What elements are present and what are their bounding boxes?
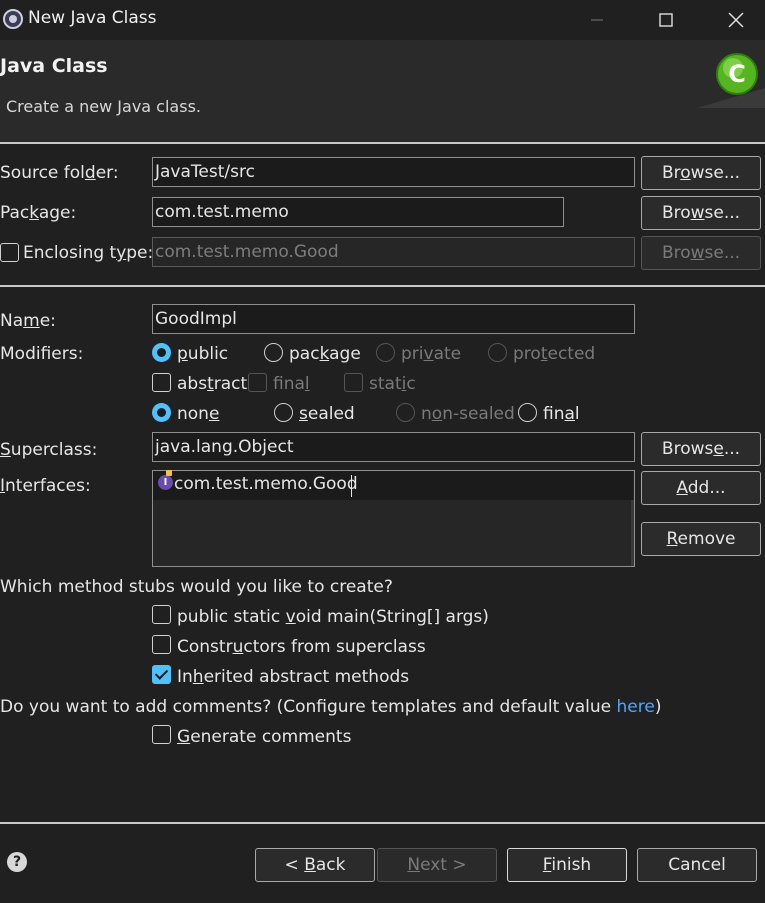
public-label: public — [177, 344, 229, 364]
modifiers-label: Modifiers: — [0, 344, 84, 364]
package-label: Package: — [0, 203, 77, 223]
source-folder-browse-button[interactable]: Browse... — [641, 156, 761, 190]
help-icon[interactable]: ? — [7, 852, 27, 872]
name-label: Name: — [0, 311, 56, 331]
form-separator — [0, 285, 765, 287]
wizard-description: Create a new Java class. — [6, 97, 201, 116]
sealed-radio[interactable] — [274, 403, 293, 422]
enclosing-type-browse-button: Browse... — [641, 236, 761, 270]
minimize-icon[interactable] — [563, 0, 631, 40]
none-label: none — [177, 404, 220, 424]
package-modifier-label: package — [289, 344, 361, 364]
constructors-checkbox[interactable] — [152, 635, 171, 654]
interface-icon: I — [158, 475, 173, 490]
protected-label: protected — [513, 344, 596, 364]
enclosing-type-input: com.test.memo.Good — [152, 237, 635, 267]
window-title: New Java Class — [28, 8, 157, 28]
source-folder-input[interactable]: JavaTest/src — [152, 157, 635, 187]
constructors-label: Constructors from superclass — [177, 637, 426, 657]
generate-comments-checkbox[interactable] — [152, 725, 171, 744]
wizard-title: Java Class — [0, 55, 108, 77]
final-sealing-label: final — [543, 404, 580, 424]
enclosing-type-label: Enclosing type: — [23, 243, 154, 263]
wizard-header — [0, 40, 765, 142]
interfaces-scrollbar[interactable] — [631, 500, 634, 566]
source-folder-label: Source folder: — [0, 163, 119, 183]
finish-button[interactable]: Finish — [507, 848, 627, 882]
package-radio[interactable] — [264, 343, 283, 362]
final-label: final — [273, 374, 310, 394]
sealed-label: sealed — [299, 404, 355, 424]
back-button[interactable]: < Back — [255, 848, 375, 882]
generate-comments-label: Generate comments — [177, 727, 352, 747]
non-sealed-radio — [396, 403, 415, 422]
cancel-button[interactable]: Cancel — [637, 848, 757, 882]
abstract-label: abstract — [177, 374, 248, 394]
enclosing-type-checkbox[interactable] — [0, 243, 19, 262]
non-sealed-label: non-sealed — [421, 404, 515, 424]
inherited-abstract-checkbox[interactable] — [152, 665, 171, 684]
main-method-label: public static void main(String[] args) — [177, 607, 489, 627]
java-class-wizard-icon: C — [697, 53, 765, 108]
eclipse-app-icon — [3, 9, 23, 29]
final-checkbox — [248, 373, 267, 392]
footer-separator — [0, 822, 765, 824]
text-caret — [351, 475, 352, 497]
superclass-label: Superclass: — [0, 440, 98, 460]
add-interface-button[interactable]: Add... — [641, 471, 761, 505]
main-method-checkbox[interactable] — [152, 605, 171, 624]
next-button: Next > — [377, 848, 497, 882]
close-icon[interactable] — [702, 0, 765, 40]
svg-text:C: C — [728, 60, 746, 88]
private-radio — [376, 343, 395, 362]
static-checkbox — [344, 373, 363, 392]
remove-interface-button[interactable]: Remove — [641, 522, 761, 556]
inherited-abstract-label: Inherited abstract methods — [177, 667, 410, 687]
protected-radio — [488, 343, 507, 362]
abstract-checkbox[interactable] — [152, 373, 171, 392]
configure-templates-link[interactable]: here — [617, 697, 655, 717]
public-radio[interactable] — [152, 343, 171, 362]
final-sealing-radio[interactable] — [518, 403, 537, 422]
method-stubs-question: Which method stubs would you like to cre… — [0, 577, 393, 597]
package-input[interactable]: com.test.memo — [152, 197, 564, 227]
interface-item-text[interactable]: com.test.memo.Good — [174, 474, 358, 494]
static-label: static — [369, 374, 416, 394]
header-separator — [0, 142, 765, 144]
interfaces-label: Interfaces: — [0, 476, 91, 496]
superclass-input[interactable]: java.lang.Object — [152, 432, 635, 462]
name-input[interactable]: GoodImpl — [152, 304, 635, 334]
maximize-icon[interactable] — [632, 0, 700, 40]
none-radio[interactable] — [152, 403, 171, 422]
package-browse-button[interactable]: Browse... — [641, 196, 761, 230]
private-label: private — [401, 344, 462, 364]
comments-question: Do you want to add comments? (Configure … — [0, 697, 662, 717]
interface-overlay-icon — [166, 470, 172, 476]
superclass-browse-button[interactable]: Browse... — [641, 432, 761, 466]
